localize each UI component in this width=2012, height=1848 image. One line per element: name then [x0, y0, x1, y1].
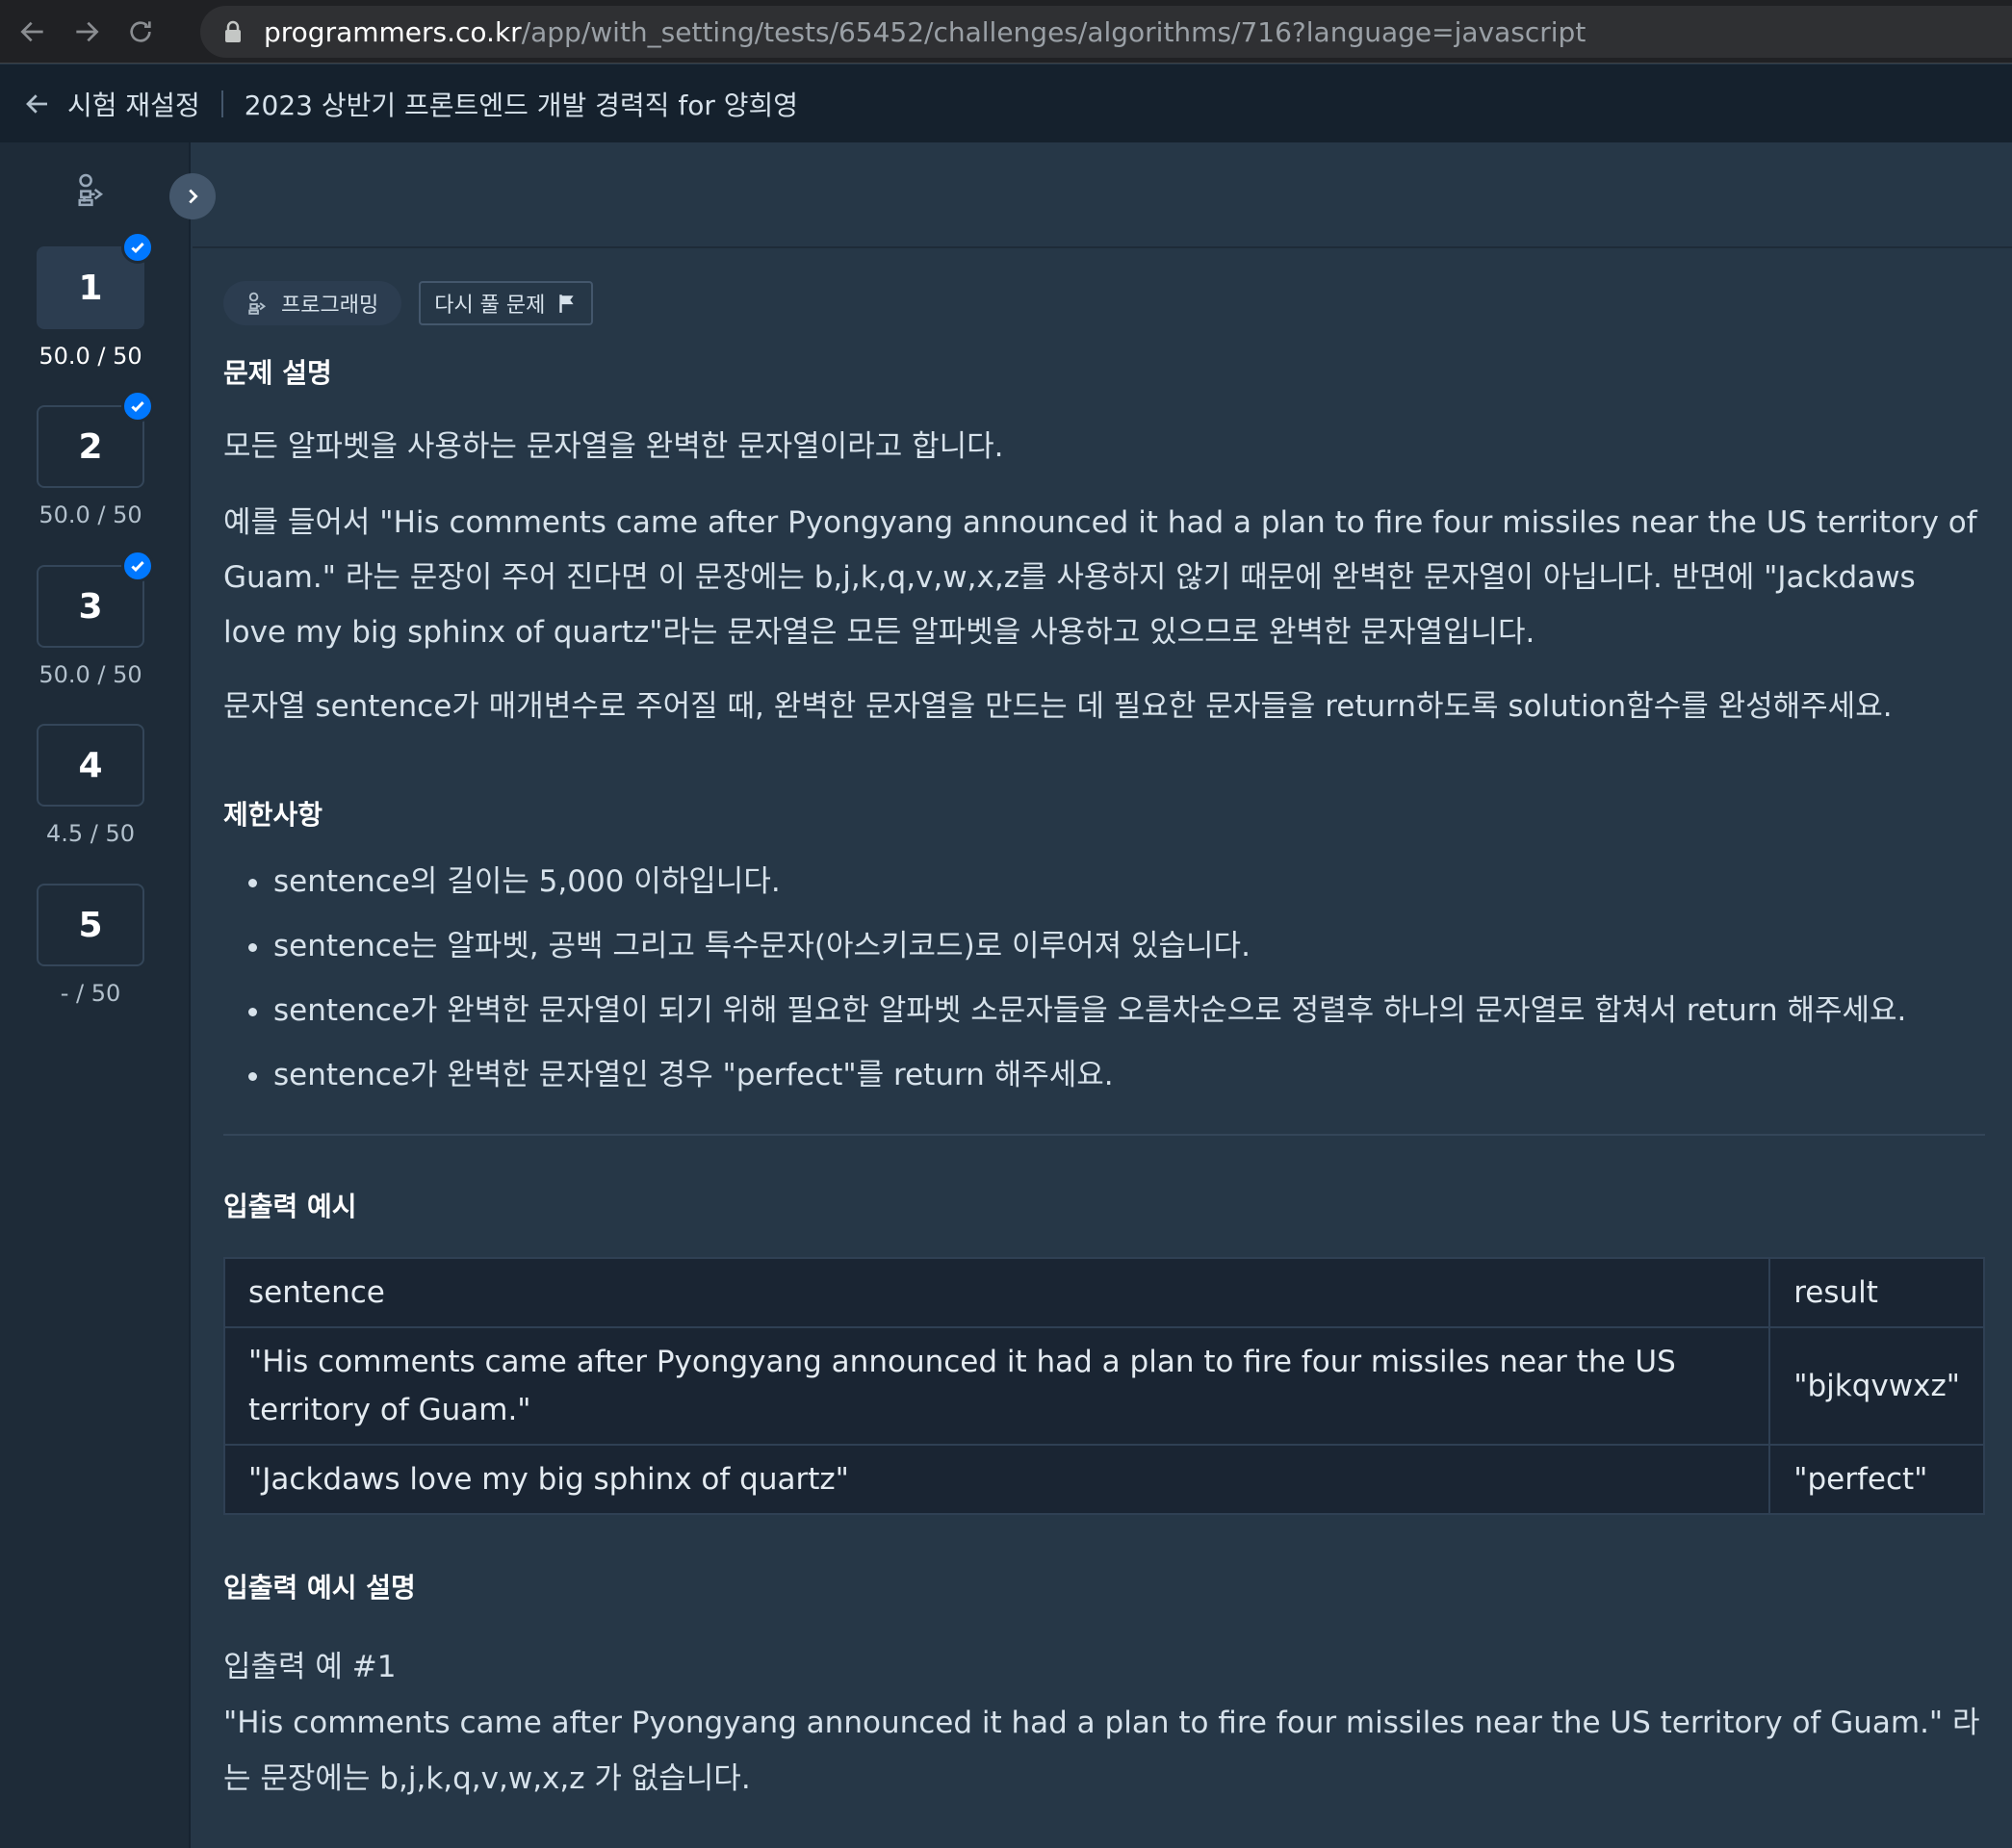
arrow-right-icon — [76, 21, 99, 41]
problem-number: 1 — [78, 268, 103, 308]
check-icon — [121, 550, 154, 582]
problem-item-1[interactable]: 1 50.0 / 50 — [37, 231, 154, 370]
app-header: 시험 재설정 2023 상반기 프론트엔드 개발 경력직 for 양희영 — [0, 64, 2012, 142]
problem-content: 프로그래밍 다시 풀 문제 문제 설명 모든 알파벳을 사용하는 문자열을 완벽… — [222, 250, 1985, 1807]
problem-number-box[interactable]: 2 — [37, 390, 154, 488]
problem-number: 2 — [78, 426, 103, 467]
arrow-left-icon — [20, 21, 43, 41]
browser-reload-button[interactable] — [119, 11, 162, 53]
reset-test-link[interactable]: 시험 재설정 — [67, 85, 200, 123]
retry-flag-button[interactable]: 다시 풀 문제 — [419, 281, 594, 325]
table-cell: "bjkqvwxz" — [1768, 1326, 1985, 1446]
problem-tags: 프로그래밍 다시 풀 문제 — [223, 281, 1985, 325]
table-cell: "perfect" — [1768, 1444, 1985, 1515]
retry-label: 다시 풀 문제 — [434, 294, 546, 318]
problem-number-box[interactable]: 5 — [37, 884, 144, 966]
constraints-list: sentence의 길이는 5,000 이하입니다. sentence는 알파벳… — [223, 858, 1985, 1099]
table-header-cell: result — [1768, 1257, 1985, 1328]
category-tag: 프로그래밍 — [223, 281, 402, 325]
examples-explanation-heading: 입출력 예시 설명 — [223, 1572, 416, 1604]
description-paragraph: 모든 알파벳을 사용하는 문자열을 완벽한 문자열이라고 합니다. — [223, 429, 1004, 464]
problem-description-heading: 문제 설명 — [223, 357, 332, 389]
problem-item-3[interactable]: 3 50.0 / 50 — [37, 550, 154, 688]
lock-icon — [225, 20, 241, 42]
problem-sidebar: 1 50.0 / 50 2 50.0 / 50 3 50.0 / 50 4 4.… — [0, 142, 191, 1848]
url-path: /app/with_setting/tests/65452/challenges… — [521, 15, 1586, 48]
problem-score: 4.5 / 50 — [45, 820, 136, 847]
description-paragraph: 예를 들어서 "His comments came after Pyongyan… — [223, 505, 1977, 650]
browser-toolbar: programmers.co.kr/app/with_setting/tests… — [0, 0, 2012, 64]
problem-score: 50.0 / 50 — [39, 343, 142, 370]
table-header-cell: sentence — [222, 1257, 1771, 1328]
problem-score: 50.0 / 50 — [39, 661, 142, 688]
code-blocks-icon — [78, 173, 104, 207]
problem-item-2[interactable]: 2 50.0 / 50 — [37, 390, 154, 528]
constraint-item: sentence가 완벽한 문자열이 되기 위해 필요한 알파벳 소문자들을 오… — [248, 987, 1985, 1035]
constraint-item: sentence의 길이는 5,000 이하입니다. — [248, 858, 1985, 906]
constraint-item: sentence가 완벽한 문자열인 경우 "perfect"를 return … — [248, 1051, 1985, 1099]
problem-number: 4 — [78, 745, 103, 785]
table-cell: "His comments came after Pyongyang annou… — [222, 1326, 1771, 1446]
problem-score: 50.0 / 50 — [39, 501, 142, 528]
arrow-left-icon[interactable] — [23, 90, 52, 118]
check-icon — [121, 390, 154, 423]
problem-number: 5 — [78, 905, 103, 945]
check-icon — [121, 231, 154, 264]
table-row: "His comments came after Pyongyang annou… — [222, 1326, 1985, 1446]
sidebar-toggle-button[interactable] — [169, 173, 216, 219]
problem-number: 3 — [78, 586, 103, 627]
problem-item-4[interactable]: 4 4.5 / 50 — [37, 724, 144, 847]
browser-forward-button[interactable] — [65, 11, 108, 53]
example-description: "His comments came after Pyongyang annou… — [223, 1706, 1980, 1796]
url-host: programmers.co.kr — [264, 15, 522, 48]
code-blocks-icon — [248, 292, 267, 315]
problem-score: - / 50 — [60, 980, 121, 1007]
chevron-right-icon — [189, 189, 198, 204]
table-row: "Jackdaws love my big sphinx of quartz" … — [222, 1444, 1985, 1515]
browser-back-button[interactable] — [12, 11, 54, 53]
example-label: 입출력 예 #1 — [223, 1650, 397, 1684]
problem-number-box[interactable]: 4 — [37, 724, 144, 807]
description-paragraph: 문자열 sentence가 매개변수로 주어질 때, 완벽한 문자열을 만드는 … — [223, 689, 1893, 724]
header-divider — [220, 90, 223, 117]
reload-icon — [130, 20, 151, 42]
main-toolbar — [193, 142, 2012, 248]
address-bar[interactable]: programmers.co.kr/app/with_setting/tests… — [200, 6, 2012, 58]
table-cell: "Jackdaws love my big sphinx of quartz" — [222, 1444, 1771, 1515]
test-title: 2023 상반기 프론트엔드 개발 경력직 for 양희영 — [244, 89, 799, 121]
table-header-row: sentence result — [222, 1257, 1985, 1328]
flag-icon — [559, 295, 574, 313]
problem-item-5[interactable]: 5 - / 50 — [37, 884, 144, 1007]
problem-number-box[interactable]: 1 — [37, 231, 154, 329]
problem-number-box[interactable]: 3 — [37, 550, 154, 648]
constraint-item: sentence는 알파벳, 공백 그리고 특수문자(아스키코드)로 이루어져 … — [248, 922, 1985, 970]
examples-table: sentence result "His comments came after… — [222, 1257, 1985, 1515]
category-label: 프로그래밍 — [281, 294, 379, 318]
examples-heading: 입출력 예시 — [223, 1191, 357, 1222]
section-divider — [223, 1134, 1985, 1136]
constraints-heading: 제한사항 — [223, 799, 323, 831]
